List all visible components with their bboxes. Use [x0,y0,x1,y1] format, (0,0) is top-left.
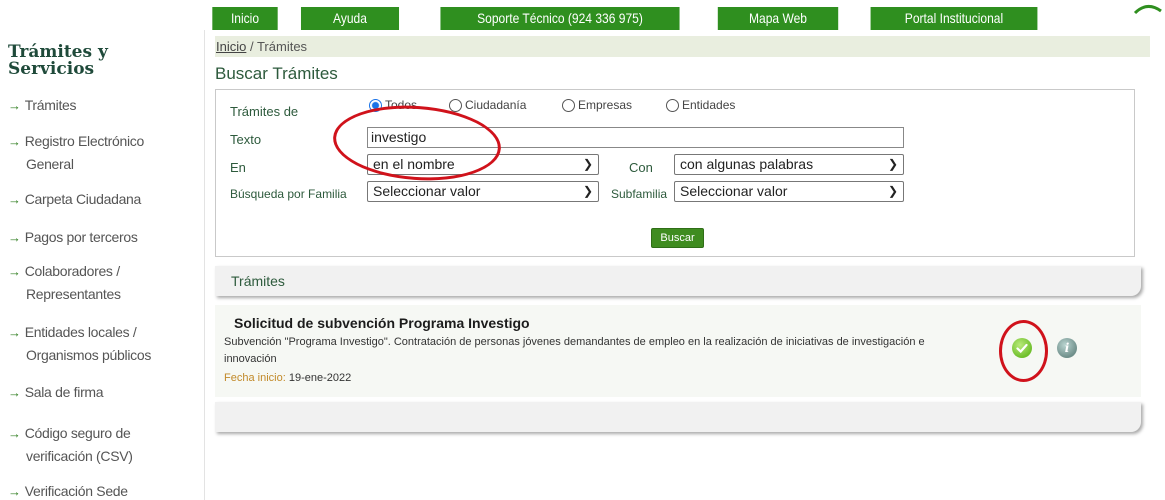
subfamilia-select[interactable]: Seleccionar valor ❯ [674,181,904,202]
sidebar-item-verificacion-sede[interactable]: → Verificación Sede [8,480,198,500]
familia-label: Búsqueda por Familia [230,187,347,201]
en-label: En [230,160,246,175]
result-date: Fecha inicio: 19-ene-2022 [224,372,351,384]
result-title[interactable]: Solicitud de subvención Programa Investi… [234,315,530,331]
arrow-right-icon: → [8,192,21,207]
con-label: Con [629,160,653,175]
sidebar: Trámites y Servicios → Trámites → Registro… [0,30,205,500]
breadcrumb-separator: / [246,39,257,54]
sidebar-item-colaboradores[interactable]: → Colaboradores / Representantes [8,260,198,305]
search-text-input[interactable]: investigo [367,127,904,148]
subfamilia-label: Subfamilia [611,187,668,201]
radio-entidades[interactable]: Entidades [666,98,735,112]
sidebar-item-carpeta-ciudadana[interactable]: → Carpeta Ciudadana [8,188,198,211]
con-select[interactable]: con algunas palabras ❯ [674,154,904,175]
results-footer [215,402,1141,432]
nav-ayuda[interactable]: Ayuda [300,7,400,30]
breadcrumb-home-link[interactable]: Inicio [216,39,246,54]
search-form: Trámites de Todos Ciudadanía Empresas En… [215,89,1135,257]
breadcrumb-current: Trámites [256,39,308,54]
sidebar-item-registro-electronico[interactable]: → Registro Electrónico General [8,130,198,175]
chevron-down-icon: ❯ [887,157,898,171]
breadcrumb: Inicio / Trámites [215,36,1150,57]
results-header: Trámites [215,266,1141,296]
page-title: Buscar Trámites [215,64,338,83]
chevron-down-icon: ❯ [582,184,593,198]
result-description: Subvención "Programa Investigo". Contrat… [224,336,925,365]
nav-inicio[interactable]: Inicio [212,7,278,30]
radio-unchecked-icon [562,98,575,112]
radio-ciudadania[interactable]: Ciudadanía [449,98,526,112]
radio-todos[interactable]: Todos [369,98,417,112]
radio-unchecked-icon [449,98,462,112]
result-date-value: 19-ene-2022 [288,372,352,384]
arrow-right-icon: → [8,325,21,340]
sidebar-item-codigo-seguro[interactable]: → Código seguro de verificación (CSV) [8,422,198,467]
nav-mapa-web[interactable]: Mapa Web [717,7,839,30]
check-icon[interactable] [1012,338,1032,358]
arrow-right-icon: → [8,484,21,499]
tramites-de-label: Trámites de [230,104,299,119]
chevron-down-icon: ❯ [582,157,593,171]
nav-portal-institucional[interactable]: Portal Institucional [870,7,1038,30]
chevron-down-icon: ❯ [887,184,898,198]
radio-empresas[interactable]: Empresas [562,98,632,112]
sidebar-item-entidades-locales[interactable]: → Entidades locales / Organismos públicos [8,321,198,366]
sidebar-item-tramites[interactable]: → Trámites [8,94,198,117]
corner-decoration-icon [1133,5,1162,15]
familia-select[interactable]: Seleccionar valor ❯ [367,181,599,202]
radio-unchecked-icon [666,98,679,112]
top-navigation: Inicio Ayuda Soporte Técnico (924 336 97… [0,5,1165,30]
arrow-right-icon: → [8,385,21,400]
texto-label: Texto [230,132,262,147]
arrow-right-icon: → [8,426,21,441]
nav-soporte-tecnico[interactable]: Soporte Técnico (924 336 975) [440,7,680,30]
arrow-right-icon: → [8,134,21,149]
sidebar-title: Trámites y Servicios [8,42,108,79]
info-icon[interactable]: i [1057,338,1077,358]
list-item: Solicitud de subvención Programa Investi… [215,305,1141,397]
result-date-label: Fecha inicio: [224,372,286,384]
radio-checked-icon [369,98,382,112]
en-select[interactable]: en el nombre ❯ [367,154,599,175]
arrow-right-icon: → [8,98,21,113]
arrow-right-icon: → [8,264,21,279]
sidebar-item-sala-firma[interactable]: → Sala de firma [8,381,198,404]
sidebar-item-pagos-terceros[interactable]: → Pagos por terceros [8,226,198,249]
arrow-right-icon: → [8,230,21,245]
buscar-button[interactable]: Buscar [651,228,704,248]
